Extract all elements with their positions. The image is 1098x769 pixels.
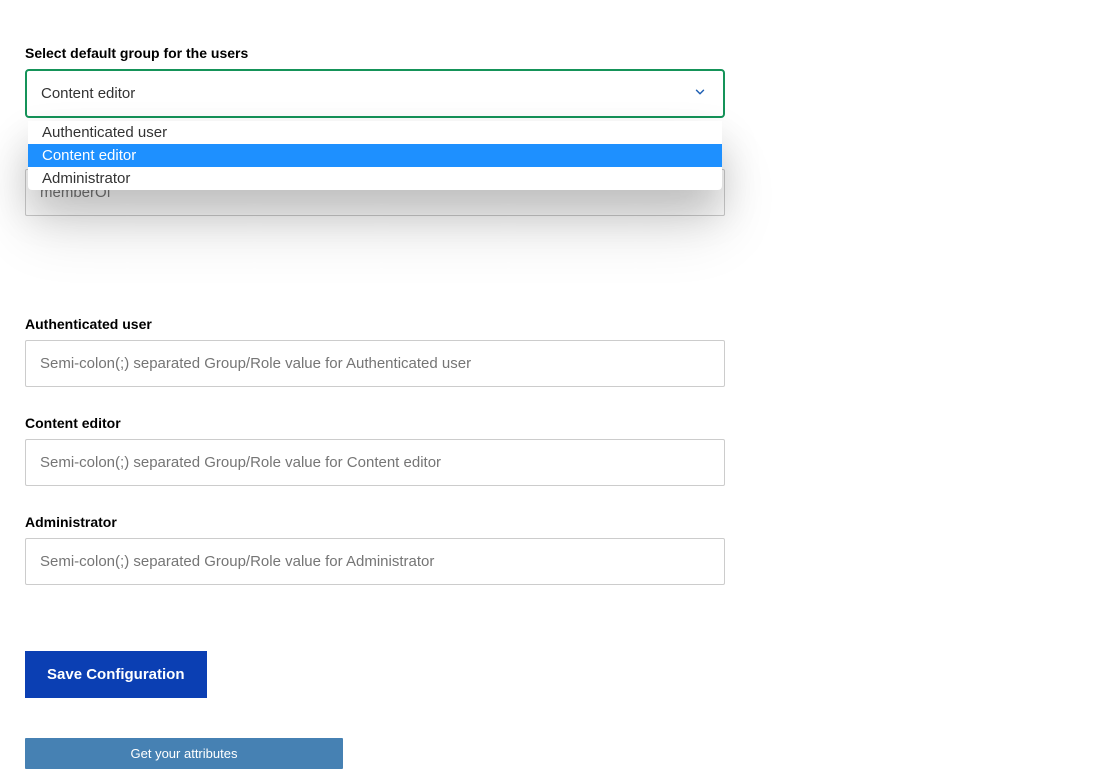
content-editor-label: Content editor: [25, 415, 725, 431]
dropdown-list: Authenticated user Content editor Admini…: [28, 121, 722, 190]
authenticated-user-label: Authenticated user: [25, 316, 725, 332]
dropdown-option-authenticated-user[interactable]: Authenticated user: [28, 121, 722, 144]
dropdown-option-content-editor[interactable]: Content editor: [28, 144, 722, 167]
administrator-label: Administrator: [25, 514, 725, 530]
authenticated-user-input[interactable]: [25, 340, 725, 387]
select-selected-value: Content editor: [41, 85, 135, 102]
content-editor-input[interactable]: [25, 439, 725, 486]
administrator-input[interactable]: [25, 538, 725, 585]
dropdown-option-administrator[interactable]: Administrator: [28, 167, 722, 190]
default-group-select[interactable]: Content editor Authenticated user Conten…: [25, 69, 725, 118]
default-group-label: Select default group for the users: [25, 45, 725, 61]
chevron-down-icon: [693, 85, 707, 103]
save-configuration-button[interactable]: Save Configuration: [25, 651, 207, 698]
select-display[interactable]: Content editor: [25, 69, 725, 118]
get-attributes-button[interactable]: Get your attributes: [25, 738, 343, 769]
